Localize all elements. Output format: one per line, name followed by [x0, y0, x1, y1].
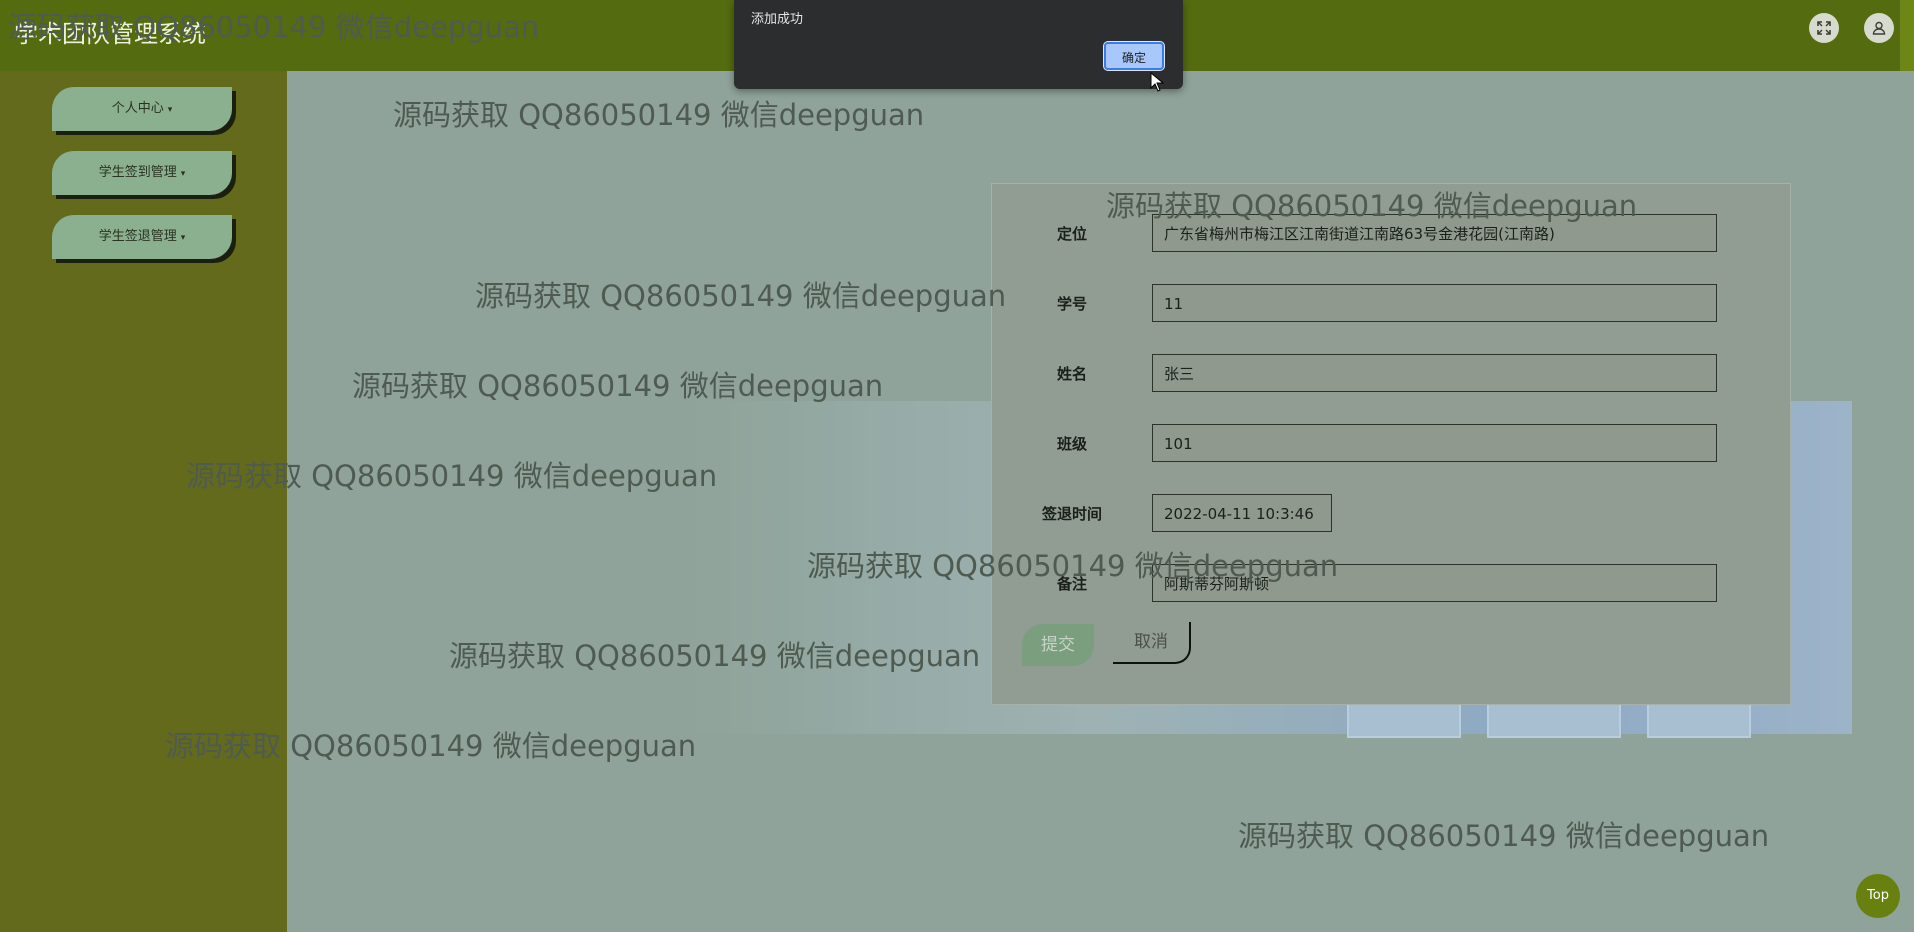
back-to-top-button[interactable]: Top	[1856, 874, 1900, 918]
alert-dialog: 添加成功 确定	[734, 0, 1183, 89]
sidebar-item-student-signin[interactable]: 学生签到管理 ▾	[52, 151, 232, 195]
watermark: 源码获取 QQ86050149 微信deepguan	[165, 729, 697, 763]
fullscreen-button[interactable]	[1809, 13, 1839, 43]
sidebar-item-label: 个人中心	[111, 101, 164, 116]
sidebar: 个人中心 ▾ 学生签到管理 ▾ 学生签退管理 ▾	[0, 71, 287, 932]
name-label: 姓名	[1056, 365, 1087, 383]
submit-button[interactable]: 提交	[1022, 624, 1094, 666]
alert-ok-button[interactable]: 确定	[1103, 41, 1165, 71]
user-button[interactable]	[1864, 13, 1894, 43]
watermark: 源码获取 QQ86050149 微信deepguan	[8, 10, 540, 44]
caret-down-icon: ▾	[180, 233, 186, 243]
main-content: 定位 广东省梅州市梅江区江南街道江南路63号金港花园(江南路) 学号 11 姓名…	[287, 71, 1914, 932]
signout-form: 定位 广东省梅州市梅江区江南街道江南路63号金港花园(江南路) 学号 11 姓名…	[991, 183, 1791, 705]
form-row-student-id: 学号 11	[992, 284, 1790, 324]
watermark: 源码获取 QQ86050149 微信deepguan	[186, 459, 718, 493]
sidebar-item-label: 学生签退管理	[98, 229, 177, 244]
class-label: 班级	[1056, 435, 1087, 453]
form-row-signout-time: 签退时间 2022-04-11 10:3:46	[992, 494, 1790, 534]
watermark: 源码获取 QQ86050149 微信deepguan	[475, 279, 1007, 313]
fullscreen-icon	[1817, 21, 1831, 35]
signout-time-input[interactable]: 2022-04-11 10:3:46	[1152, 494, 1332, 532]
form-row-name: 姓名 张三	[992, 354, 1790, 394]
watermark: 源码获取 QQ86050149 微信deepguan	[393, 98, 925, 132]
watermark: 源码获取 QQ86050149 微信deepguan	[807, 549, 1339, 583]
cursor-icon	[1150, 72, 1164, 92]
sidebar-item-student-signout[interactable]: 学生签退管理 ▾	[52, 215, 232, 259]
student-id-input[interactable]: 11	[1152, 284, 1717, 322]
signout-time-label: 签退时间	[1041, 505, 1102, 523]
class-input[interactable]: 101	[1152, 424, 1717, 462]
sidebar-item-label: 学生签到管理	[98, 165, 177, 180]
student-id-label: 学号	[1056, 295, 1087, 313]
caret-down-icon: ▾	[180, 169, 186, 179]
sidebar-item-personal-center[interactable]: 个人中心 ▾	[52, 87, 232, 131]
caret-down-icon: ▾	[167, 105, 173, 115]
watermark: 源码获取 QQ86050149 微信deepguan	[1238, 819, 1770, 853]
watermark: 源码获取 QQ86050149 微信deepguan	[352, 369, 884, 403]
cancel-button[interactable]: 取消	[1113, 622, 1191, 664]
form-row-class: 班级 101	[992, 424, 1790, 464]
user-icon	[1872, 21, 1886, 35]
watermark: 源码获取 QQ86050149 微信deepguan	[449, 639, 981, 673]
watermark: 源码获取 QQ86050149 微信deepguan	[1106, 189, 1638, 223]
alert-message: 添加成功	[751, 12, 804, 27]
name-input[interactable]: 张三	[1152, 354, 1717, 392]
scrollbar-track[interactable]	[1900, 0, 1914, 71]
